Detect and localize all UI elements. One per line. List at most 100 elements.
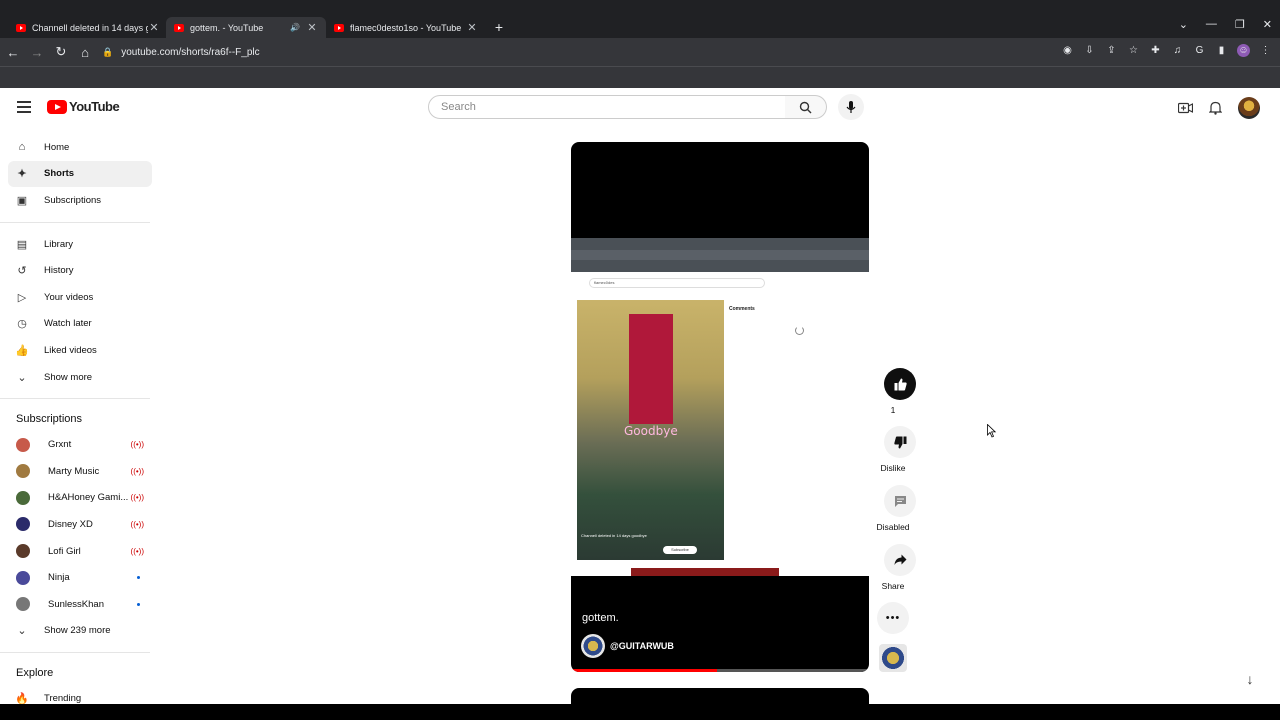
channel-avatar [16,490,30,505]
back-icon[interactable]: ← [2,45,24,60]
account-avatar[interactable] [1238,97,1260,119]
media-control-icon[interactable]: ♫ [1171,44,1184,57]
menu-icon[interactable]: ⋮ [1259,44,1272,57]
masthead: YouTube Search [0,88,1280,126]
sound-source-thumbnail[interactable] [879,644,907,672]
sidebar-item-show-more[interactable]: ⌄ Show more [8,364,152,391]
tab-search-icon[interactable]: ⌄ [1179,18,1188,31]
side-panel-icon[interactable]: ▮ [1215,44,1228,57]
subscription-name: Lofi Girl [48,545,81,557]
sidebar-item-watch-later[interactable]: ◷ Watch later [8,311,152,338]
browser-tab-2[interactable]: gottem. - YouTube 🔊 ✕ [166,17,326,38]
shorts-player[interactable]: flamec0des Goodbye Channell deleted in 1… [571,142,869,672]
sidebar-item-trending[interactable]: 🔥 Trending [8,685,152,704]
live-indicator-icon: ((•)) [130,546,144,556]
close-tab-icon[interactable]: ✕ [148,21,160,34]
sound-group [877,644,907,672]
browser-tab-3[interactable]: flamec0desto1so - YouTube ✕ [326,17,486,38]
sidebar-item-subscriptions[interactable]: ▣ Subscriptions [8,187,152,214]
google-icon[interactable]: G [1193,44,1206,57]
sidebar-item-home[interactable]: ⌂ Home [8,134,152,161]
subscription-item[interactable]: Marty Music ((•)) [8,458,152,485]
sidebar-item-liked-videos[interactable]: 👍 Liked videos [8,337,152,364]
voice-search-button[interactable] [838,94,864,120]
subscription-item[interactable]: Disney XD ((•)) [8,511,152,538]
close-tab-icon[interactable]: ✕ [466,21,478,34]
progress-bar[interactable] [571,669,869,672]
youtube-logo[interactable]: YouTube [47,99,120,114]
restore-button[interactable]: ❐ [1235,18,1245,31]
close-window-button[interactable]: ✕ [1263,18,1272,31]
channel-avatar[interactable] [581,634,605,658]
search-input[interactable]: Search [428,95,786,119]
short-title: gottem. [582,612,619,624]
extensions-icon[interactable]: ✚ [1149,44,1162,57]
new-content-dot-icon [137,602,140,606]
more-actions-button[interactable]: ••• [877,602,909,634]
channel-handle[interactable]: @GUITARWUB [610,641,674,651]
like-button[interactable] [884,368,916,400]
extension-icons: ◉ ⇩ ⇪ ☆ ✚ ♫ G ▮ ☺ ⋮ [1061,44,1272,57]
search-button[interactable] [785,95,827,119]
google-lens-icon[interactable]: ◉ [1061,44,1074,57]
sidebar-item-your-videos[interactable]: ▷ Your videos [8,284,152,311]
notifications-bell-icon[interactable] [1209,101,1222,115]
forward-icon[interactable]: → [26,45,48,60]
subscription-item[interactable]: H&AHoney Gami... ((•)) [8,485,152,512]
share-page-icon[interactable]: ⇪ [1105,44,1118,57]
sidebar-item-shorts[interactable]: ✦ Shorts [8,160,152,188]
explore-heading: Explore [16,667,54,680]
next-short-button[interactable]: ↓ [1236,665,1264,693]
video-comments-label: Comments [729,306,755,312]
reload-icon[interactable]: ↻ [50,44,72,60]
comments-button[interactable] [884,485,916,517]
sidebar-item-label: Subscriptions [44,194,102,206]
subscription-item[interactable]: SunlessKhan [8,591,152,618]
channel-avatar [16,597,30,612]
lock-icon[interactable]: 🔒 [102,47,113,58]
speaker-icon[interactable]: 🔊 [290,23,300,32]
subscription-item[interactable]: Grxnt ((•)) [8,431,152,458]
next-short-preview[interactable] [571,688,869,704]
dislike-button[interactable] [884,426,916,458]
channel-avatar [16,570,30,585]
subscription-name: Ninja [48,572,70,584]
youtube-favicon-icon [16,23,26,32]
share-arrow-icon [894,554,906,565]
hamburger-menu-icon[interactable] [17,101,31,113]
more-group: ••• [877,602,909,634]
youtube-play-icon [47,99,67,114]
show-more-subscriptions[interactable]: ⌄ Show 239 more [8,618,152,645]
tab-title: gottem. - YouTube [190,22,264,33]
sidebar-item-label: Home [44,141,70,153]
subscription-item[interactable]: Ninja [8,564,152,591]
sidebar-item-label: Library [44,238,74,250]
sidebar-divider [0,398,150,400]
more-horizontal-icon: ••• [885,612,901,624]
sidebar-item-history[interactable]: ↺ History [8,257,152,284]
create-video-icon[interactable] [1178,102,1193,114]
arrow-down-icon: ↓ [1246,671,1254,687]
share-label: Share [881,581,905,591]
trending-icon: 🔥 [15,692,29,704]
live-indicator-icon: ((•)) [130,440,144,450]
browser-tab-1[interactable]: Channell deleted in 14 days go... ✕ [8,17,168,38]
subscription-item[interactable]: Lofi Girl ((•)) [8,538,152,565]
address-bar[interactable]: 🔒 youtube.com/shorts/ra6f--F_plc [92,42,1142,62]
live-indicator-icon: ((•)) [130,519,144,529]
short-channel[interactable]: @GUITARWUB [581,634,674,658]
comment-icon [894,495,906,507]
comments-label: Disabled [876,522,910,532]
bookmark-star-icon[interactable]: ☆ [1127,44,1140,57]
install-icon[interactable]: ⇩ [1083,44,1096,57]
progress-bar-fill [571,669,718,672]
subscription-name: Marty Music [48,465,100,477]
minimize-button[interactable]: — [1206,18,1217,31]
new-tab-button[interactable]: + [490,19,508,35]
your-videos-icon: ▷ [17,291,27,304]
profile-icon[interactable]: ☺ [1237,44,1250,57]
close-tab-icon[interactable]: ✕ [306,21,318,34]
sidebar-item-library[interactable]: ▤ Library [8,231,152,258]
share-button[interactable] [884,544,916,576]
youtube-wordmark: YouTube [69,99,120,114]
